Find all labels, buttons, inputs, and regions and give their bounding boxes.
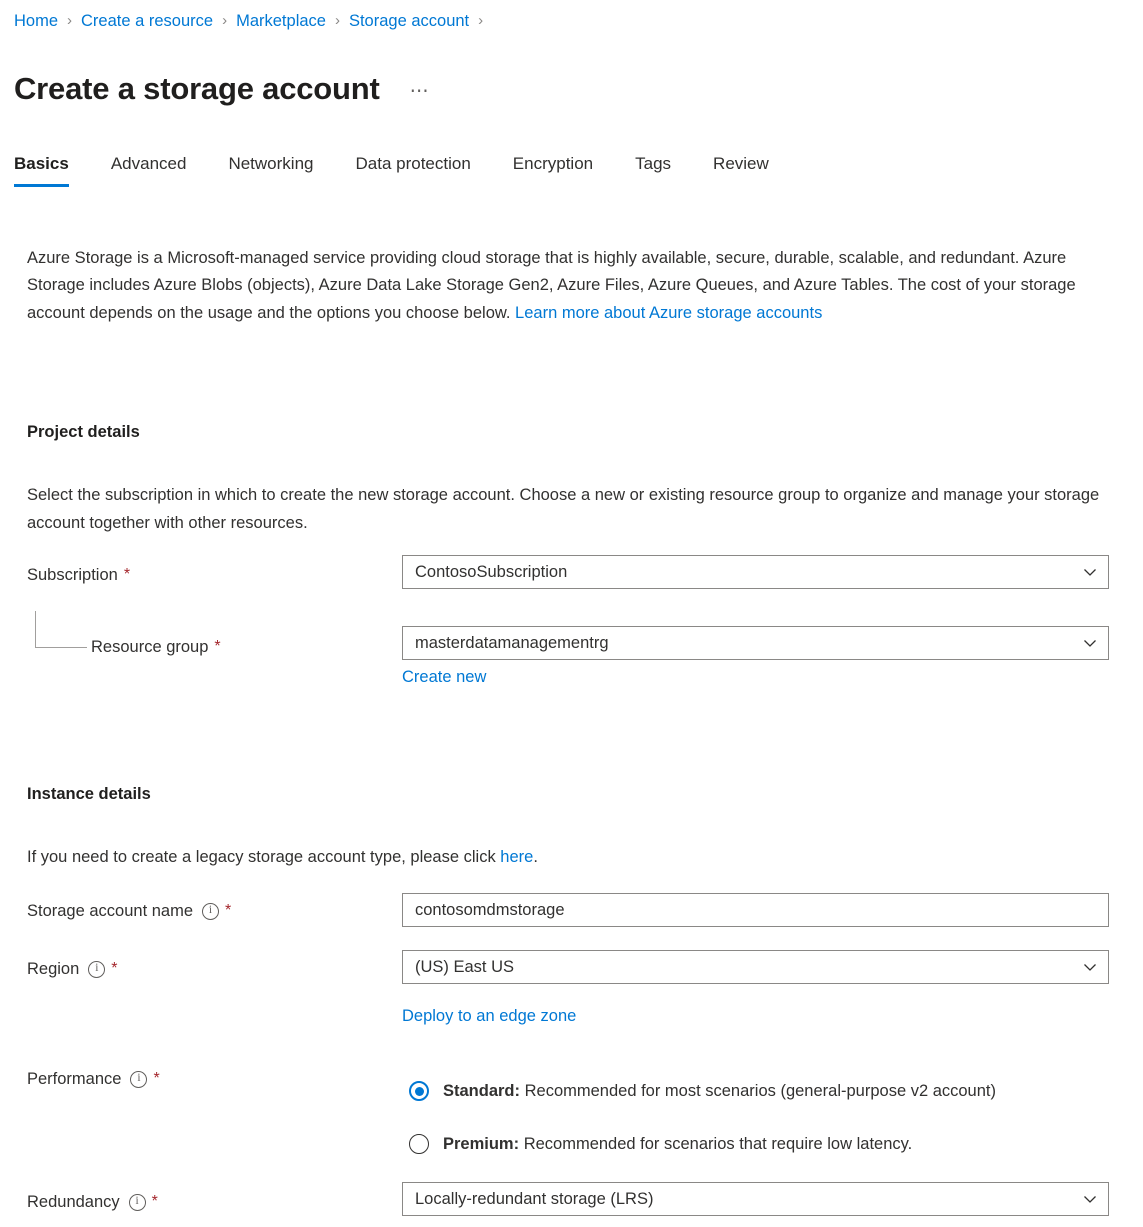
legacy-account-note: If you need to create a legacy storage a… (27, 844, 1112, 872)
performance-premium-bold: Premium: (443, 1135, 520, 1153)
redundancy-label-text: Redundancy (27, 1193, 120, 1211)
intro-paragraph: Azure Storage is a Microsoft-managed ser… (27, 245, 1112, 328)
region-label: Region i * (27, 958, 118, 980)
page-title: Create a storage account (14, 70, 380, 106)
chevron-down-icon (1082, 1191, 1098, 1207)
chevron-down-icon (1082, 959, 1098, 975)
legacy-here-link[interactable]: here (500, 848, 533, 866)
create-storage-account-page: Home › Create a resource › Marketplace ›… (0, 0, 1143, 1227)
more-options-icon[interactable]: ⋯ (410, 82, 431, 101)
performance-option-standard[interactable]: Standard: Recommended for most scenarios… (409, 1079, 996, 1103)
storage-account-name-label: Storage account name i * (27, 900, 231, 922)
chevron-down-icon (1082, 635, 1098, 651)
redundancy-label: Redundancy i * (27, 1191, 158, 1213)
performance-premium-text: Recommended for scenarios that require l… (519, 1135, 913, 1153)
breadcrumb-separator-icon: › (222, 12, 228, 29)
breadcrumb-separator-icon: › (478, 12, 484, 29)
info-icon[interactable]: i (128, 1193, 146, 1211)
storage-account-name-input[interactable]: contosomdmstorage (402, 893, 1109, 927)
performance-option-premium[interactable]: Premium: Recommended for scenarios that … (409, 1132, 912, 1156)
required-indicator: * (111, 960, 118, 977)
info-icon[interactable]: i (88, 960, 106, 978)
performance-premium-label: Premium: Recommended for scenarios that … (443, 1132, 912, 1156)
subscription-dropdown[interactable]: ContosoSubscription (402, 555, 1109, 589)
required-indicator: * (153, 1070, 160, 1087)
required-indicator: * (123, 566, 131, 583)
project-details-heading: Project details (27, 423, 140, 441)
performance-standard-label: Standard: Recommended for most scenarios… (443, 1079, 996, 1103)
storage-account-name-label-text: Storage account name (27, 902, 194, 920)
project-details-description: Select the subscription in which to crea… (27, 486, 1100, 532)
tab-review[interactable]: Review (713, 152, 769, 187)
region-dropdown[interactable]: (US) East US (402, 950, 1109, 984)
tab-networking[interactable]: Networking (228, 152, 313, 187)
breadcrumb-separator-icon: › (334, 12, 340, 29)
breadcrumb-item-create-a-resource[interactable]: Create a resource (81, 10, 213, 32)
performance-label-text: Performance (27, 1070, 122, 1088)
legacy-note-suffix: . (533, 848, 538, 866)
tab-encryption[interactable]: Encryption (513, 152, 593, 187)
breadcrumb-item-home[interactable]: Home (14, 10, 58, 32)
page-title-row: Create a storage account ⋯ (14, 48, 430, 130)
region-value: (US) East US (415, 957, 515, 976)
redundancy-dropdown[interactable]: Locally-redundant storage (LRS) (402, 1182, 1109, 1216)
performance-standard-text: Recommended for most scenarios (general-… (520, 1082, 996, 1100)
resource-group-label-text: Resource group (91, 638, 209, 656)
breadcrumb: Home › Create a resource › Marketplace ›… (14, 10, 492, 32)
required-indicator: * (214, 638, 221, 655)
radio-premium-icon[interactable] (409, 1134, 429, 1154)
breadcrumb-item-storage-account[interactable]: Storage account (349, 10, 469, 32)
storage-account-name-value: contosomdmstorage (415, 900, 565, 919)
breadcrumb-separator-icon: › (67, 12, 73, 29)
resource-group-label: Resource group * (91, 636, 221, 658)
deploy-to-edge-zone-link[interactable]: Deploy to an edge zone (402, 1005, 576, 1027)
subscription-label-text: Subscription (27, 566, 118, 584)
instance-details-heading: Instance details (27, 785, 151, 803)
wizard-tabs: Basics Advanced Networking Data protecti… (14, 152, 769, 187)
create-new-resource-group-link[interactable]: Create new (402, 666, 486, 688)
info-icon[interactable]: i (130, 1070, 148, 1088)
performance-standard-bold: Standard: (443, 1082, 521, 1100)
resource-group-dropdown[interactable]: masterdatamanagementrg (402, 626, 1109, 660)
tab-basics[interactable]: Basics (14, 152, 69, 187)
region-label-text: Region (27, 960, 80, 978)
radio-standard-icon[interactable] (409, 1081, 429, 1101)
redundancy-value: Locally-redundant storage (LRS) (415, 1189, 654, 1208)
performance-label: Performance i * (27, 1068, 160, 1090)
required-indicator: * (151, 1193, 158, 1210)
resource-group-tree-connector (35, 611, 87, 648)
tab-advanced[interactable]: Advanced (111, 152, 187, 187)
legacy-note-prefix: If you need to create a legacy storage a… (27, 848, 501, 866)
info-icon[interactable]: i (202, 902, 220, 920)
breadcrumb-item-marketplace[interactable]: Marketplace (236, 10, 326, 32)
subscription-value: ContosoSubscription (415, 562, 568, 581)
resource-group-value: masterdatamanagementrg (415, 633, 609, 652)
learn-more-link[interactable]: Learn more about Azure storage accounts (515, 304, 822, 322)
chevron-down-icon (1082, 564, 1098, 580)
tab-data-protection[interactable]: Data protection (356, 152, 471, 187)
required-indicator: * (225, 902, 232, 919)
tab-tags[interactable]: Tags (635, 152, 671, 187)
subscription-label: Subscription * (27, 564, 130, 586)
